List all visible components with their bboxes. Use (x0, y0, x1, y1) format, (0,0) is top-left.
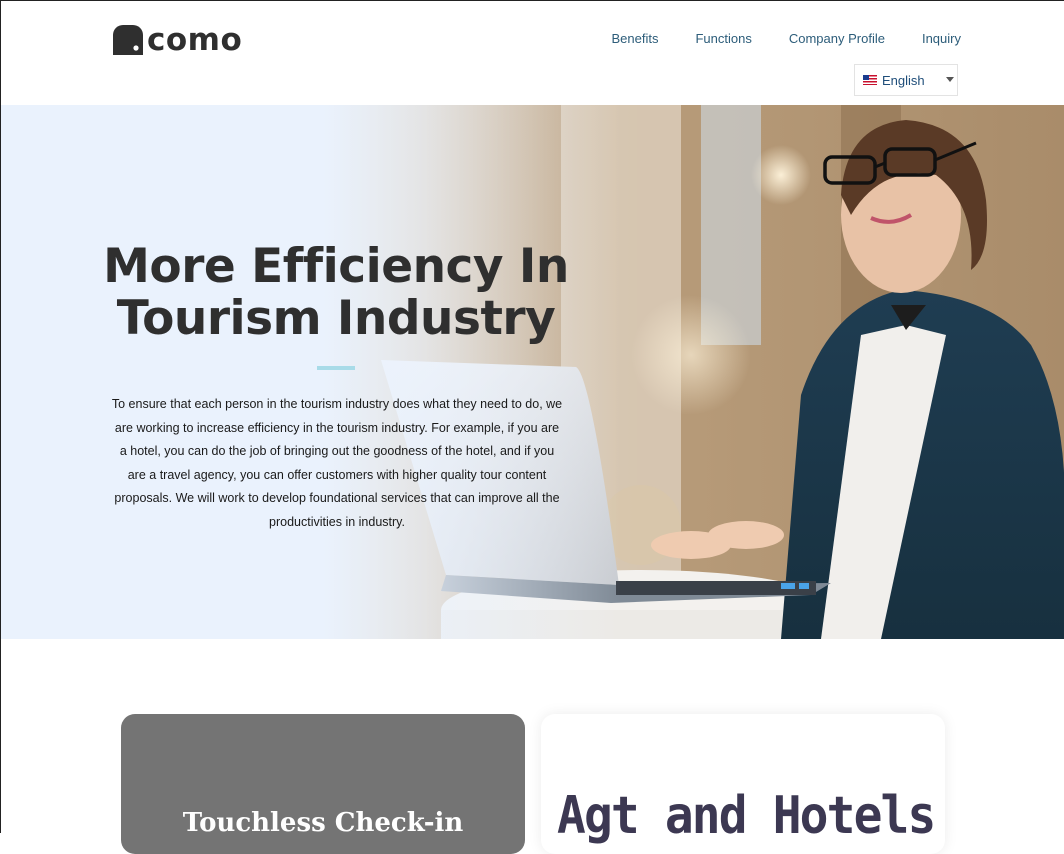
feature-card-touchless-checkin[interactable]: Touchless Check-in (121, 714, 525, 854)
hero-title-line2: Tourism Industry (116, 291, 556, 346)
nav-inquiry[interactable]: Inquiry (922, 31, 961, 46)
us-flag-icon (863, 75, 877, 85)
hero-gradient-overlay (1, 105, 621, 639)
feature-card-agt-hotels[interactable]: Agt and Hotels (541, 714, 945, 854)
hero-section: More Efficiency In Tourism Industry To e… (1, 105, 1064, 639)
nav-company-profile[interactable]: Company Profile (789, 31, 885, 46)
hero-divider (317, 366, 355, 370)
como-logo[interactable]: como (113, 23, 242, 57)
chevron-down-icon (946, 77, 954, 82)
card-title: Agt and Hotels (557, 786, 936, 846)
language-select[interactable]: English (854, 64, 958, 96)
main-nav: Benefits Functions Company Profile Inqui… (575, 31, 962, 46)
nav-benefits[interactable]: Benefits (612, 31, 659, 46)
site-header: como Benefits Functions Company Profile … (1, 1, 1064, 105)
card-title: Touchless Check-in (182, 808, 464, 838)
logo-mark-icon (113, 25, 143, 55)
hero-description: To ensure that each person in the touris… (111, 397, 563, 529)
language-selected-value: English (882, 72, 925, 88)
nav-functions[interactable]: Functions (695, 31, 751, 46)
logo-text: como (147, 22, 243, 58)
hero-title: More Efficiency In Tourism Industry (101, 241, 571, 345)
hero-title-line1: More Efficiency In (103, 239, 569, 294)
